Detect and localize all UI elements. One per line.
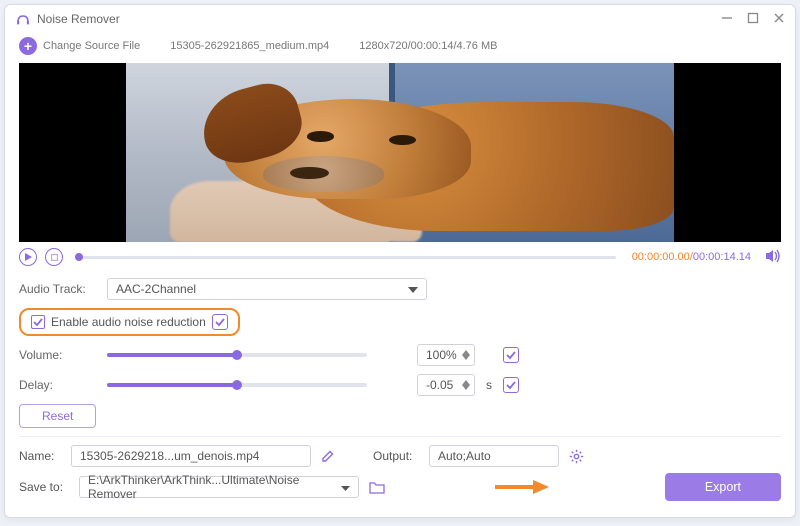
- stop-button[interactable]: [45, 248, 63, 266]
- time-duration: 00:00:14.14: [693, 251, 751, 263]
- volume-value: 100%: [426, 348, 457, 362]
- video-frame: [126, 63, 675, 242]
- enable-noise-reduction-label: Enable audio noise reduction: [51, 315, 206, 329]
- time-current: 00:00:00.00: [632, 251, 690, 263]
- name-field[interactable]: 15305-2629218...um_denois.mp4: [71, 445, 311, 467]
- app-logo-icon: [15, 11, 31, 27]
- controls-panel: Audio Track: AAC-2Channel Enable audio n…: [5, 272, 795, 443]
- chevron-down-icon: [341, 480, 350, 494]
- output-label: Output:: [373, 449, 419, 463]
- timeline-slider[interactable]: [79, 256, 616, 259]
- volume-icon[interactable]: [765, 249, 781, 266]
- save-to-label: Save to:: [19, 480, 69, 494]
- audio-track-label: Audio Track:: [19, 282, 97, 296]
- export-button[interactable]: Export: [665, 473, 781, 501]
- name-label: Name:: [19, 449, 61, 463]
- delay-spinner[interactable]: [462, 380, 470, 390]
- timeline-thumb[interactable]: [75, 253, 83, 261]
- source-filename: 15305-262921865_medium.mp4: [170, 40, 329, 52]
- save-to-select[interactable]: E:\ArkThinker\ArkThink...Ultimate\Noise …: [79, 476, 359, 498]
- chevron-down-icon: [408, 282, 418, 296]
- divider: [19, 436, 781, 437]
- close-button[interactable]: [773, 12, 785, 27]
- change-source-button[interactable]: + Change Source File: [19, 37, 140, 55]
- source-meta: 1280x720/00:00:14/4.76 MB: [359, 40, 497, 52]
- edit-name-icon[interactable]: [321, 449, 335, 463]
- timecode: 00:00:00.00/00:00:14.14: [632, 251, 751, 263]
- save-to-value: E:\ArkThinker\ArkThink...Ultimate\Noise …: [88, 473, 341, 501]
- output-field[interactable]: Auto;Auto: [429, 445, 559, 467]
- minimize-button[interactable]: [721, 12, 733, 27]
- delay-thumb[interactable]: [232, 380, 242, 390]
- delay-unit: s: [485, 378, 493, 392]
- playback-bar: 00:00:00.00/00:00:14.14: [5, 242, 795, 272]
- volume-thumb[interactable]: [232, 350, 242, 360]
- volume-apply-icon[interactable]: [503, 347, 519, 363]
- enable-noise-reduction-callout: Enable audio noise reduction: [19, 308, 240, 336]
- delay-value-field[interactable]: -0.05: [417, 374, 475, 396]
- volume-spinner[interactable]: [462, 350, 470, 360]
- source-bar: + Change Source File 15305-262921865_med…: [5, 33, 795, 63]
- output-settings-icon[interactable]: [569, 449, 584, 464]
- name-value: 15305-2629218...um_denois.mp4: [80, 449, 259, 463]
- video-preview[interactable]: [19, 63, 781, 242]
- volume-value-field[interactable]: 100%: [417, 344, 475, 366]
- open-folder-icon[interactable]: [369, 481, 385, 494]
- arrow-annotation-icon: [493, 478, 549, 496]
- enable-noise-reduction-checkbox[interactable]: [31, 315, 45, 329]
- delay-value: -0.05: [426, 378, 453, 392]
- delay-label: Delay:: [19, 378, 97, 392]
- app-title: Noise Remover: [37, 12, 120, 26]
- volume-label: Volume:: [19, 348, 97, 362]
- footer-panel: Name: 15305-2629218...um_denois.mp4 Outp…: [5, 443, 795, 517]
- output-value: Auto;Auto: [438, 449, 491, 463]
- play-button[interactable]: [19, 248, 37, 266]
- delay-slider[interactable]: [107, 383, 367, 387]
- change-source-label: Change Source File: [43, 40, 140, 52]
- reset-button[interactable]: Reset: [19, 404, 96, 428]
- plus-icon: +: [19, 37, 37, 55]
- audio-track-select[interactable]: AAC-2Channel: [107, 278, 427, 300]
- audio-track-value: AAC-2Channel: [116, 282, 196, 296]
- volume-slider[interactable]: [107, 353, 367, 357]
- delay-apply-icon[interactable]: [503, 377, 519, 393]
- maximize-button[interactable]: [747, 12, 759, 27]
- title-bar: Noise Remover: [5, 5, 795, 33]
- app-window: Noise Remover + Change Source File 15305…: [4, 4, 796, 518]
- noise-reduction-apply-icon[interactable]: [212, 314, 228, 330]
- window-controls: [721, 12, 785, 27]
